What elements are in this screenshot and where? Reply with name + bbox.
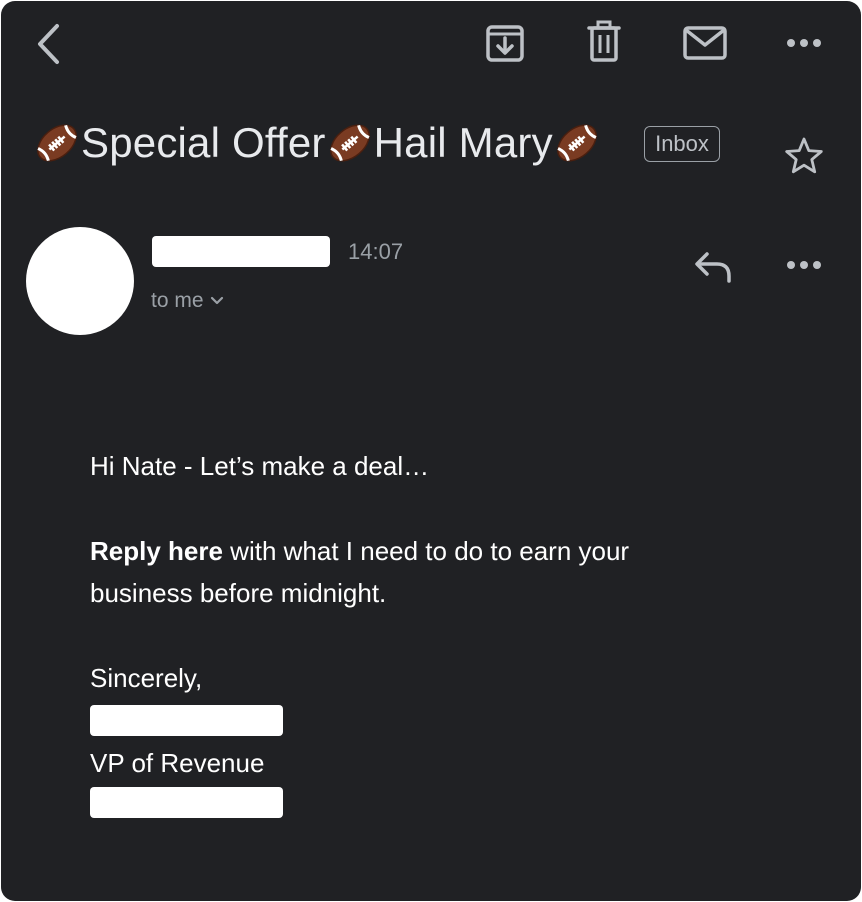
email-cta-paragraph: Reply here with what I need to do to ear… — [90, 530, 629, 614]
star-icon — [785, 137, 823, 174]
mark-unread-button[interactable] — [680, 21, 730, 65]
sender-name-redacted — [152, 236, 330, 267]
reply-button[interactable] — [690, 245, 736, 289]
reply-here-text: Reply here — [90, 536, 223, 566]
inbox-label-badge[interactable]: Inbox — [644, 126, 720, 162]
archive-icon — [486, 25, 524, 62]
email-time: 14:07 — [348, 239, 404, 264]
recipient-label: to me — [151, 289, 204, 312]
email-greeting: Hi Nate - Let’s make a deal… — [90, 451, 430, 481]
football-icon — [326, 119, 374, 167]
chevron-left-icon — [38, 24, 59, 64]
archive-button[interactable] — [482, 21, 528, 65]
email-signoff: Sincerely, — [90, 663, 203, 693]
sender-avatar — [26, 227, 134, 335]
cta-line-1-rest: with what I need to do to earn your — [222, 536, 630, 566]
delete-button[interactable] — [581, 19, 627, 65]
trash-icon — [587, 20, 621, 62]
mail-icon — [683, 26, 727, 60]
subject-text-part1: Special Offer — [81, 119, 326, 166]
recipient-details-toggle[interactable]: to me — [151, 289, 224, 313]
subject-text-part2: Hail Mary — [373, 119, 553, 166]
signer-title: VP of Revenue — [90, 748, 265, 778]
chevron-down-icon — [210, 296, 223, 305]
email-view: Special Offer Hail Mary Inbox 14:07 to m… — [1, 1, 861, 901]
email-subject: Special Offer Hail Mary — [33, 113, 601, 173]
more-horizontal-icon — [787, 39, 821, 47]
more-options-button[interactable] — [781, 27, 827, 59]
signer-name-redacted — [90, 705, 283, 736]
star-button[interactable] — [781, 133, 827, 179]
signer-company-redacted — [90, 787, 283, 818]
cta-line-2: business before midnight. — [90, 578, 387, 608]
back-button[interactable] — [29, 21, 69, 67]
football-icon — [33, 119, 81, 167]
cta-line-1: Reply here with what I need to do to ear… — [90, 530, 629, 572]
more-horizontal-icon — [787, 261, 821, 269]
message-more-button[interactable] — [781, 249, 827, 281]
football-icon — [553, 119, 601, 167]
reply-icon — [695, 252, 731, 283]
